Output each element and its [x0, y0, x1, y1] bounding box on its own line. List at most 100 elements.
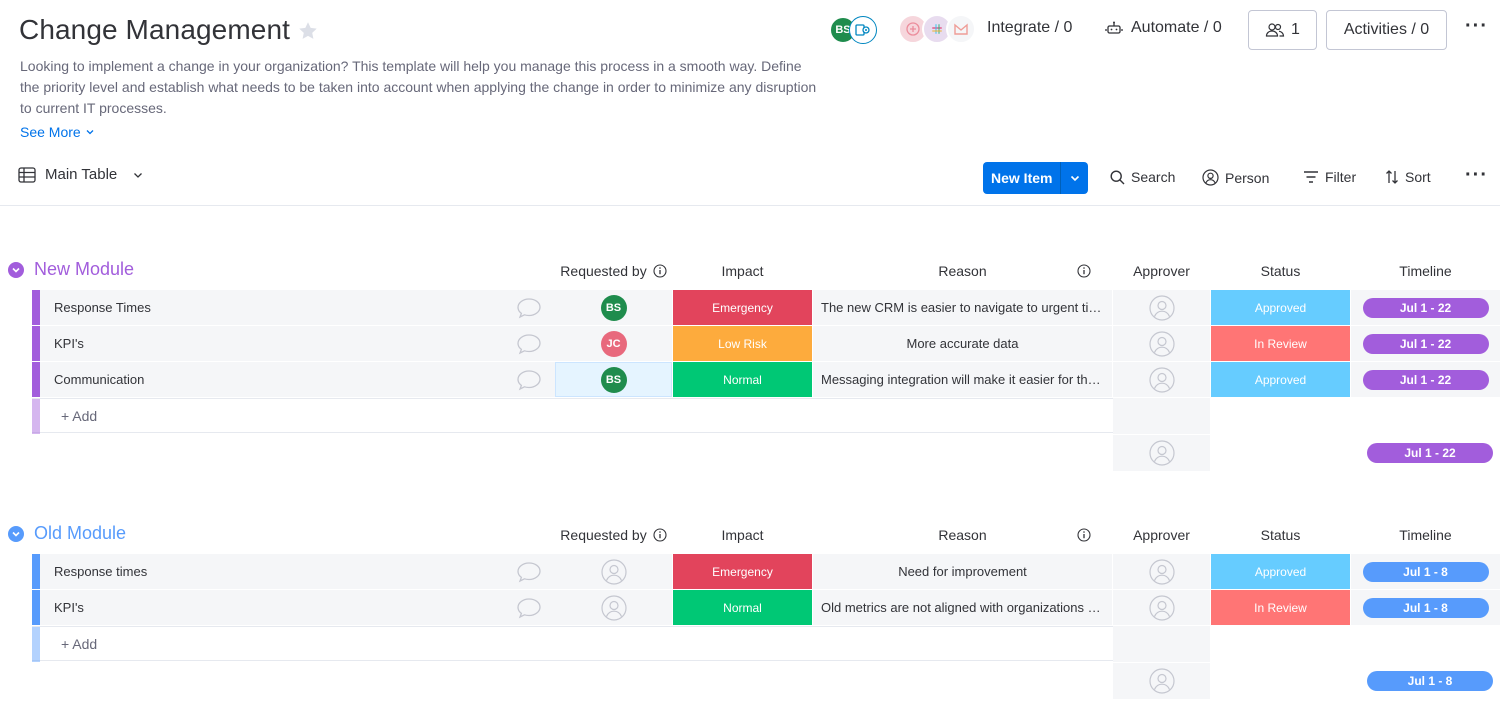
- column-header-impact[interactable]: Impact: [673, 263, 812, 279]
- impact-cell[interactable]: Low Risk: [673, 326, 812, 361]
- timeline-cell[interactable]: Jul 1 - 8: [1351, 590, 1500, 625]
- board-more-menu-icon[interactable]: ···: [1465, 15, 1488, 38]
- approver-cell[interactable]: [1113, 362, 1210, 397]
- integrations-icons[interactable]: [898, 14, 976, 44]
- item-name[interactable]: KPI's: [40, 590, 555, 625]
- column-header-approver[interactable]: Approver: [1113, 263, 1210, 279]
- requested-by-cell[interactable]: [555, 590, 672, 625]
- person-placeholder-icon: [1148, 294, 1175, 321]
- group-title[interactable]: Old Module: [34, 523, 126, 544]
- sort-button[interactable]: Sort: [1385, 169, 1431, 185]
- add-item-row[interactable]: + Add: [32, 626, 1113, 662]
- add-item-input[interactable]: + Add: [61, 636, 97, 652]
- item-name[interactable]: Response times: [40, 554, 555, 589]
- view-tab-main-table[interactable]: Main Table: [18, 166, 144, 183]
- invite-members-button[interactable]: 1: [1248, 10, 1317, 50]
- requested-by-cell[interactable]: JC: [555, 326, 672, 361]
- search-button[interactable]: Search: [1110, 169, 1175, 185]
- table-row[interactable]: KPI's JC Low Risk More accurate data In …: [32, 326, 1500, 361]
- column-header-timeline[interactable]: Timeline: [1351, 527, 1500, 543]
- reason-cell[interactable]: Need for improvement: [813, 554, 1112, 589]
- approver-cell[interactable]: [1113, 326, 1210, 361]
- star-icon[interactable]: [297, 20, 319, 42]
- timeline-pill[interactable]: Jul 1 - 8: [1362, 561, 1489, 582]
- requested-by-cell[interactable]: [555, 554, 672, 589]
- board-title[interactable]: Change Management: [19, 14, 290, 46]
- info-icon[interactable]: [1077, 528, 1091, 542]
- collapse-group-icon[interactable]: [8, 525, 24, 542]
- requested-by-cell[interactable]: BS: [555, 290, 672, 325]
- info-icon[interactable]: [653, 264, 667, 278]
- add-update-button[interactable]: [504, 290, 554, 325]
- add-item-row[interactable]: + Add: [32, 398, 1113, 434]
- requested-by-cell[interactable]: BS: [555, 362, 672, 397]
- timeline-cell[interactable]: Jul 1 - 8: [1351, 554, 1500, 589]
- status-cell[interactable]: Approved: [1211, 290, 1350, 325]
- column-header-reason[interactable]: Reason: [813, 527, 1112, 543]
- timeline-pill[interactable]: Jul 1 - 22: [1362, 297, 1489, 318]
- impact-cell[interactable]: Emergency: [673, 290, 812, 325]
- reason-cell[interactable]: Messaging integration will make it easie…: [813, 362, 1112, 397]
- timeline-pill[interactable]: Jul 1 - 22: [1362, 369, 1489, 390]
- table-row[interactable]: Response times Emergency Need for improv…: [32, 554, 1500, 589]
- timeline-cell[interactable]: Jul 1 - 22: [1351, 290, 1500, 325]
- timeline-pill[interactable]: Jul 1 - 8: [1362, 597, 1489, 618]
- item-name[interactable]: Communication: [40, 362, 555, 397]
- approver-cell[interactable]: [1113, 290, 1210, 325]
- table-row[interactable]: KPI's Normal Old metrics are not aligned…: [32, 590, 1500, 625]
- toolbar-more-menu-icon[interactable]: ···: [1465, 164, 1488, 187]
- group-header-new-module[interactable]: New Module: [8, 259, 134, 280]
- impact-cell[interactable]: Normal: [673, 362, 812, 397]
- column-header-status[interactable]: Status: [1211, 263, 1350, 279]
- new-item-split-button[interactable]: New Item: [983, 162, 1089, 194]
- see-more-link[interactable]: See More: [20, 124, 95, 140]
- group-header-old-module[interactable]: Old Module: [8, 523, 126, 544]
- timeline-cell[interactable]: Jul 1 - 22: [1351, 362, 1500, 397]
- info-icon[interactable]: [1077, 264, 1091, 278]
- add-update-button[interactable]: [504, 554, 554, 589]
- person-placeholder-icon: [1148, 440, 1175, 466]
- column-header-approver[interactable]: Approver: [1113, 527, 1210, 543]
- info-icon[interactable]: [653, 528, 667, 542]
- add-update-button[interactable]: [504, 590, 554, 625]
- timeline-pill[interactable]: Jul 1 - 22: [1362, 333, 1489, 354]
- add-update-button[interactable]: [504, 362, 554, 397]
- reason-cell[interactable]: More accurate data: [813, 326, 1112, 361]
- status-cell[interactable]: Approved: [1211, 554, 1350, 589]
- table-row[interactable]: Response Times BS Emergency The new CRM …: [32, 290, 1500, 325]
- approver-cell[interactable]: [1113, 590, 1210, 625]
- add-item-input[interactable]: + Add: [61, 408, 97, 424]
- item-name[interactable]: KPI's: [40, 326, 555, 361]
- add-update-button[interactable]: [504, 326, 554, 361]
- column-header-timeline[interactable]: Timeline: [1351, 263, 1500, 279]
- group-title[interactable]: New Module: [34, 259, 134, 280]
- person-filter-button[interactable]: Person: [1202, 169, 1269, 186]
- new-item-dropdown-button[interactable]: [1060, 162, 1089, 194]
- avatar: JC: [600, 330, 627, 357]
- chevron-down-icon[interactable]: [132, 169, 144, 181]
- table-row[interactable]: Communication BS Normal Messaging integr…: [32, 362, 1500, 397]
- row-color-bar: [32, 290, 40, 325]
- reason-cell[interactable]: The new CRM is easier to navigate to urg…: [813, 290, 1112, 325]
- collapse-group-icon[interactable]: [8, 261, 24, 278]
- status-cell[interactable]: Approved: [1211, 362, 1350, 397]
- integrate-button[interactable]: Integrate / 0: [987, 19, 1072, 37]
- column-header-reason[interactable]: Reason: [813, 263, 1112, 279]
- status-cell[interactable]: In Review: [1211, 590, 1350, 625]
- new-item-button[interactable]: New Item: [983, 162, 1061, 194]
- impact-cell[interactable]: Normal: [673, 590, 812, 625]
- approver-cell[interactable]: [1113, 554, 1210, 589]
- item-name[interactable]: Response Times: [40, 290, 555, 325]
- activities-button[interactable]: Activities / 0: [1326, 10, 1447, 50]
- impact-cell[interactable]: Emergency: [673, 554, 812, 589]
- reason-cell[interactable]: Old metrics are not aligned with organiz…: [813, 590, 1112, 625]
- column-header-requested-by[interactable]: Requested by: [555, 527, 672, 543]
- column-header-impact[interactable]: Impact: [673, 527, 812, 543]
- column-header-status[interactable]: Status: [1211, 527, 1350, 543]
- board-subscribers[interactable]: BS: [829, 16, 877, 44]
- timeline-cell[interactable]: Jul 1 - 22: [1351, 326, 1500, 361]
- automate-button[interactable]: Automate / 0: [1105, 19, 1222, 37]
- status-cell[interactable]: In Review: [1211, 326, 1350, 361]
- column-header-requested-by[interactable]: Requested by: [555, 263, 672, 279]
- filter-button[interactable]: Filter: [1303, 169, 1356, 185]
